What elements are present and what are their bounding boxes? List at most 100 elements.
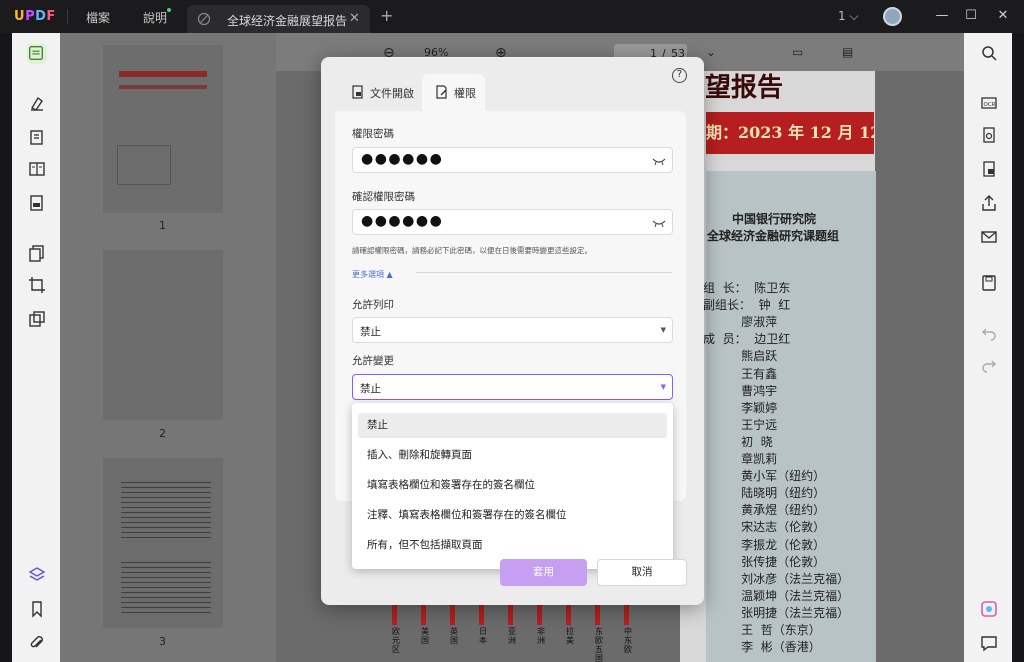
doc-chart-bar: [537, 605, 542, 625]
doc-chart-label: 亚洲: [508, 627, 516, 645]
eye-closed-icon[interactable]: [652, 217, 666, 229]
reader-icon[interactable]: [27, 44, 47, 64]
share-icon[interactable]: [980, 194, 998, 212]
more-options-divider: [416, 272, 672, 273]
change-options-dropdown: 禁止 插入、刪除和旋轉頁面 填寫表格欄位和簽署存在的簽名欄位 注釋、填寫表格欄位…: [352, 403, 673, 569]
print-label: 允許列印: [352, 299, 394, 311]
document-tab[interactable]: 全球经济金融展望报告 ✕: [187, 5, 370, 33]
doc-member-line: 李颖婷: [703, 400, 778, 415]
ocr-icon[interactable]: OCR: [980, 94, 998, 112]
organize-icon[interactable]: [28, 160, 46, 178]
doc-chart-bar: [421, 605, 426, 625]
form-icon[interactable]: [28, 194, 46, 212]
tools-icon[interactable]: [28, 310, 46, 328]
apply-button[interactable]: 套用: [500, 559, 587, 586]
doc-chart-bar: [508, 605, 513, 625]
edit-file-icon: [436, 85, 447, 99]
doc-member-line: 宋达志（伦敦）: [703, 520, 826, 535]
tab-open-password[interactable]: 文件開啟: [339, 74, 422, 111]
menu-file[interactable]: 檔案: [86, 9, 110, 26]
change-select[interactable]: 禁止 ▼: [352, 374, 673, 400]
perm-password-field[interactable]: ●●●●●●: [352, 147, 673, 173]
close-window-icon[interactable]: ✕: [995, 8, 1011, 24]
change-option[interactable]: 注釋、填寫表格欄位和簽署存在的簽名欄位: [358, 503, 667, 528]
doc-member-line: 陆晓明（纽约）: [703, 486, 826, 501]
doc-chart-label: 欧元区: [392, 627, 400, 654]
present-icon[interactable]: ▭: [792, 45, 803, 59]
confirm-password-value: ●●●●●●: [361, 213, 444, 229]
doc-chart-bar: [566, 605, 571, 625]
file-lock-icon: [352, 85, 363, 99]
crop-icon[interactable]: [28, 276, 46, 294]
confirm-password-field[interactable]: ●●●●●●: [352, 209, 673, 235]
doc-member-line: 李 彬（香港）: [703, 640, 821, 655]
help-icon[interactable]: ?: [672, 68, 687, 83]
thumb-3-text: [121, 478, 211, 538]
tab-open-password-label: 文件開啟: [370, 87, 414, 100]
protect-icon[interactable]: [980, 160, 998, 178]
tab-permissions-label: 權限: [454, 87, 476, 100]
doc-chart-label: 非洲: [537, 627, 545, 645]
thumbnail-label-2: 2: [159, 427, 166, 440]
avatar[interactable]: [883, 7, 902, 26]
doc-member-line: 组 长： 陈卫东: [703, 281, 791, 295]
perm-password-label: 權限密碼: [352, 128, 394, 140]
pages-icon[interactable]: [28, 244, 46, 262]
email-icon[interactable]: [980, 228, 998, 246]
doc-member-line: 初 晓: [703, 434, 773, 449]
thumb-3-text-2: [121, 558, 211, 613]
maximize-icon[interactable]: ☐: [963, 8, 979, 24]
thumbnail-page-2[interactable]: [103, 250, 223, 420]
print-select-value: 禁止: [360, 326, 381, 338]
thumb-1-header: [119, 71, 207, 77]
attachment-icon[interactable]: [28, 634, 46, 652]
chevron-down-icon: ▼: [660, 326, 666, 334]
doc-chart-bar: [595, 605, 600, 625]
page-layout-icon[interactable]: ▤: [842, 45, 853, 59]
thumbnail-page-1[interactable]: [103, 45, 223, 213]
doc-org-line1: 中国银行研究院: [732, 212, 817, 226]
layers-icon[interactable]: [28, 566, 46, 584]
print-select[interactable]: 禁止 ▼: [352, 317, 673, 343]
doc-member-line: 黄承煜（纽约）: [703, 503, 826, 518]
doc-chart-label: 中东欧: [624, 627, 632, 654]
convert-icon[interactable]: [980, 126, 998, 144]
redo-icon[interactable]: [980, 356, 998, 374]
doc-member-line: 廖淑萍: [703, 315, 778, 330]
thumbnail-page-3[interactable]: [103, 458, 223, 628]
tab-permissions[interactable]: 權限: [422, 74, 485, 111]
chevron-down-icon: ▼: [660, 383, 666, 391]
menu-help[interactable]: 說明: [143, 9, 167, 26]
edit-text-icon[interactable]: [28, 128, 46, 146]
change-option[interactable]: 禁止: [358, 413, 667, 438]
doc-member-line: 李振龙（伦敦）: [703, 537, 826, 552]
highlighter-icon[interactable]: [28, 94, 46, 112]
change-option[interactable]: 所有，但不包括擷取頁面: [358, 533, 667, 558]
doc-member-line: 熊启跃: [703, 349, 778, 364]
doc-chart-bar: [450, 605, 455, 625]
doc-member-line: 王有鑫: [703, 366, 778, 381]
doc-member-line: 张传捷（伦敦）: [703, 554, 826, 569]
change-label: 允許變更: [352, 355, 394, 367]
comment-icon[interactable]: [980, 634, 998, 652]
undo-icon[interactable]: [980, 324, 998, 342]
save-icon[interactable]: [980, 274, 998, 292]
change-option[interactable]: 插入、刪除和旋轉頁面: [358, 443, 667, 468]
title-bar: UPDF 檔案 說明 全球经济金融展望报告 ✕ + 1 ⌵ — ☐ ✕: [0, 0, 1024, 33]
eye-closed-icon[interactable]: [652, 155, 666, 167]
new-tab-icon[interactable]: +: [380, 6, 393, 25]
doc-member-line: 副组长： 钟 红: [703, 298, 791, 313]
minimize-icon[interactable]: —: [934, 8, 950, 24]
window-count[interactable]: 1 ⌵: [838, 9, 859, 24]
tab-close-icon[interactable]: ✕: [349, 11, 360, 26]
next-page-icon[interactable]: ⌄: [706, 45, 716, 59]
more-options-toggle[interactable]: 更多選項 ▲: [352, 269, 393, 280]
ai-assistant-icon[interactable]: [980, 600, 998, 618]
bookmark-icon[interactable]: [28, 600, 46, 618]
doc-member-line: 张明捷（法兰克福）: [703, 605, 850, 620]
change-option[interactable]: 填寫表格欄位和簽署存在的簽名欄位: [358, 473, 667, 498]
protected-file-icon: [197, 12, 211, 26]
doc-chart-label: 拉美: [566, 627, 574, 645]
cancel-button[interactable]: 取消: [597, 559, 687, 586]
search-icon[interactable]: [980, 44, 998, 62]
